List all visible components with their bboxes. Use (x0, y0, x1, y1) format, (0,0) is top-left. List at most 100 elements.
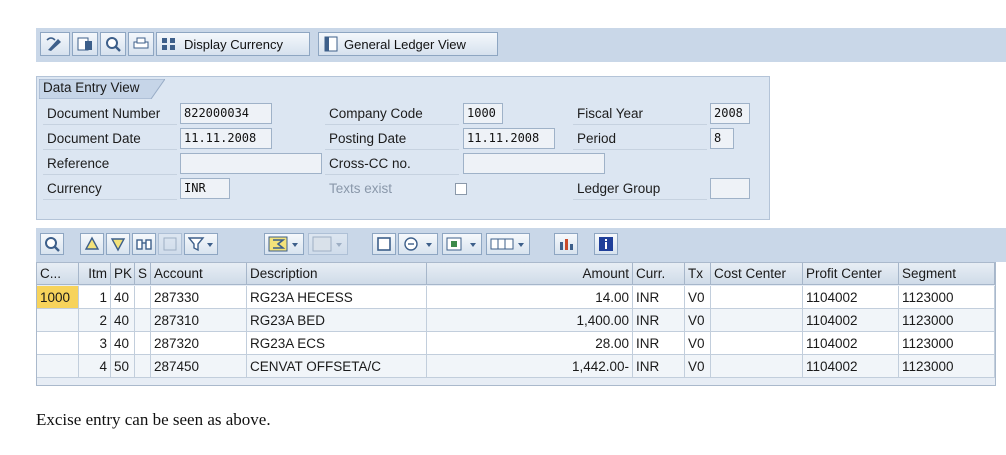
column-header-description[interactable]: Description (247, 263, 427, 285)
cell-tax[interactable]: V0 (685, 332, 711, 355)
cell-amount[interactable]: 1,400.00 (427, 309, 633, 332)
cell-special-gl[interactable] (135, 309, 151, 332)
search-icon[interactable] (100, 32, 126, 56)
column-header-currency[interactable]: Curr. (633, 263, 685, 285)
cross-cc-field[interactable] (463, 153, 605, 174)
details-icon[interactable] (40, 233, 64, 255)
cell-account[interactable]: 287310 (151, 309, 247, 332)
cell-cost-center[interactable] (711, 286, 803, 309)
cell-company[interactable]: 1000 (37, 286, 79, 309)
sort-descending-icon[interactable] (106, 233, 130, 255)
total-dropdown-icon[interactable] (264, 233, 304, 255)
subtotal-dropdown-icon[interactable] (308, 233, 348, 255)
cell-segment[interactable]: 1123000 (899, 332, 995, 355)
cell-description[interactable]: RG23A HECESS (247, 286, 427, 309)
column-header-cost-center[interactable]: Cost Center (711, 263, 803, 285)
document-date-label: Document Date (43, 128, 177, 150)
column-header-posting-key[interactable]: PK (111, 263, 135, 285)
edit-icon[interactable] (40, 32, 70, 56)
cell-account[interactable]: 287330 (151, 286, 247, 309)
texts-exist-label: Texts exist (329, 181, 393, 196)
cell-account[interactable]: 287450 (151, 355, 247, 378)
cell-segment[interactable]: 1123000 (899, 286, 995, 309)
caption-text: Excise entry can be seen as above. (36, 410, 271, 429)
filter-dropdown-icon[interactable] (184, 233, 218, 255)
company-code-label: Company Code (325, 103, 459, 125)
document-date-field[interactable]: 11.11.2008 (180, 128, 272, 149)
cell-item[interactable]: 3 (79, 332, 111, 355)
ledger-group-field[interactable] (710, 178, 750, 199)
general-ledger-view-button[interactable]: General Ledger View (318, 32, 498, 56)
cell-tax[interactable]: V0 (685, 355, 711, 378)
line-items-table: C... Itm PK S Account Description Amount… (36, 262, 996, 386)
cell-currency[interactable]: INR (633, 332, 685, 355)
period-field[interactable]: 8 (710, 128, 734, 149)
column-header-profit-center[interactable]: Profit Center (803, 263, 899, 285)
print-icon[interactable] (128, 32, 154, 56)
cell-profit-center[interactable]: 1104002 (803, 286, 899, 309)
column-header-item[interactable]: Itm (79, 263, 111, 285)
currency-label: Currency (43, 178, 177, 200)
cell-segment[interactable]: 1123000 (899, 355, 995, 378)
sort-ascending-icon[interactable] (80, 233, 104, 255)
general-ledger-view-label: General Ledger View (344, 36, 466, 52)
cell-cost-center[interactable] (711, 309, 803, 332)
texts-exist-checkbox[interactable] (455, 183, 467, 195)
cell-currency[interactable]: INR (633, 286, 685, 309)
cell-cost-center[interactable] (711, 332, 803, 355)
cell-currency[interactable]: INR (633, 355, 685, 378)
cell-posting-key[interactable]: 40 (111, 309, 135, 332)
layout-dropdown-icon[interactable] (486, 233, 530, 255)
cell-item[interactable]: 4 (79, 355, 111, 378)
column-header-amount[interactable]: Amount (427, 263, 633, 285)
cell-special-gl[interactable] (135, 286, 151, 309)
cell-item[interactable]: 2 (79, 309, 111, 332)
graphic-icon[interactable] (554, 233, 578, 255)
period-label: Period (573, 128, 707, 150)
column-header-account[interactable]: Account (151, 263, 247, 285)
views-dropdown-icon[interactable] (398, 233, 438, 255)
grid-toolbar (36, 228, 1006, 262)
column-header-special-gl[interactable]: S (135, 263, 151, 285)
company-code-field[interactable]: 1000 (463, 103, 503, 124)
posting-date-field[interactable]: 11.11.2008 (463, 128, 555, 149)
column-header-tax[interactable]: Tx (685, 263, 711, 285)
find-next-icon[interactable] (158, 233, 182, 255)
information-icon[interactable] (594, 233, 618, 255)
find-icon[interactable] (132, 233, 156, 255)
document-number-field[interactable]: 822000034 (180, 103, 272, 124)
cell-profit-center[interactable]: 1104002 (803, 332, 899, 355)
cell-cost-center[interactable] (711, 355, 803, 378)
cell-segment[interactable]: 1123000 (899, 309, 995, 332)
cell-tax[interactable]: V0 (685, 309, 711, 332)
cell-posting-key[interactable]: 40 (111, 332, 135, 355)
cell-description[interactable]: RG23A BED (247, 309, 427, 332)
print-preview-icon[interactable] (372, 233, 396, 255)
cell-posting-key[interactable]: 50 (111, 355, 135, 378)
display-currency-button[interactable]: Display Currency (156, 32, 310, 56)
column-header-segment[interactable]: Segment (899, 263, 995, 285)
document-overview-icon[interactable] (72, 32, 98, 56)
export-dropdown-icon[interactable] (442, 233, 482, 255)
cell-amount[interactable]: 1,442.00- (427, 355, 633, 378)
cell-description[interactable]: CENVAT OFFSETA/C (247, 355, 427, 378)
cell-account[interactable]: 287320 (151, 332, 247, 355)
cell-amount[interactable]: 28.00 (427, 332, 633, 355)
cell-item[interactable]: 1 (79, 286, 111, 309)
cell-profit-center[interactable]: 1104002 (803, 355, 899, 378)
cell-currency[interactable]: INR (633, 309, 685, 332)
cell-company[interactable] (37, 309, 79, 332)
fiscal-year-field[interactable]: 2008 (710, 103, 750, 124)
cell-company[interactable] (37, 332, 79, 355)
currency-field[interactable]: INR (180, 178, 230, 199)
cell-company[interactable] (37, 355, 79, 378)
reference-field[interactable] (180, 153, 322, 174)
cell-posting-key[interactable]: 40 (111, 286, 135, 309)
cell-amount[interactable]: 14.00 (427, 286, 633, 309)
column-header-company[interactable]: C... (37, 263, 79, 285)
cell-special-gl[interactable] (135, 355, 151, 378)
cell-description[interactable]: RG23A ECS (247, 332, 427, 355)
cell-tax[interactable]: V0 (685, 286, 711, 309)
cell-special-gl[interactable] (135, 332, 151, 355)
cell-profit-center[interactable]: 1104002 (803, 309, 899, 332)
